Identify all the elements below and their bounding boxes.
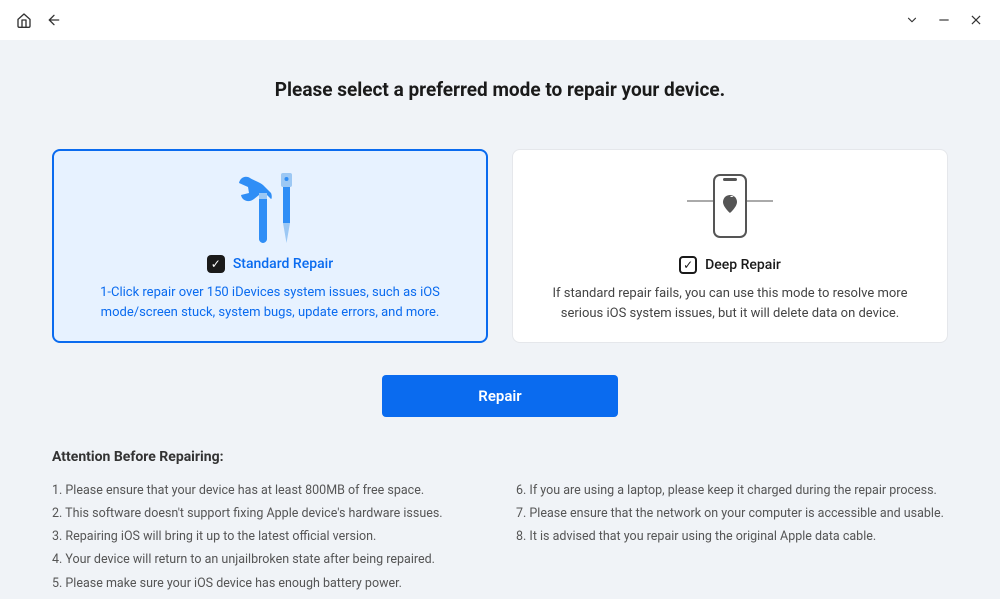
standard-title-row: ✓ Standard Repair [207,255,333,273]
home-icon[interactable] [16,12,32,28]
attention-title: Attention Before Repairing: [52,449,948,465]
attention-item: 1. Please ensure that your device has at… [52,479,484,502]
standard-repair-description: 1-Click repair over 150 iDevices system … [78,283,462,323]
repair-button[interactable]: Repair [382,375,618,417]
attention-item: 2. This software doesn't support fixing … [52,502,484,525]
attention-item: 5. Please make sure your iOS device has … [52,572,484,595]
deep-checkbox[interactable]: ✓ [679,256,697,274]
page-title: Please select a preferred mode to repair… [52,78,948,101]
attention-item: 6. If you are using a laptop, please kee… [516,479,948,502]
attention-item: 3. Repairing iOS will bring it up to the… [52,525,484,548]
minimize-icon[interactable] [936,12,952,28]
standard-checkbox[interactable]: ✓ [207,255,225,273]
attention-left-column: 1. Please ensure that your device has at… [52,479,484,595]
standard-repair-card[interactable]: ✓ Standard Repair 1-Click repair over 15… [52,149,488,343]
attention-item: 7. Please ensure that the network on you… [516,502,948,525]
deep-repair-card[interactable]: ✓ Deep Repair If standard repair fails, … [512,149,948,343]
phone-icon [685,170,775,244]
deep-repair-label: Deep Repair [705,257,781,273]
checkmark-icon: ✓ [683,259,693,271]
attention-columns: 1. Please ensure that your device has at… [52,479,948,595]
titlebar [0,0,1000,40]
deep-repair-description: If standard repair fails, you can use th… [537,284,923,324]
back-icon[interactable] [46,12,62,28]
titlebar-right [904,12,984,28]
attention-right-column: 6. If you are using a laptop, please kee… [516,479,948,595]
chevron-down-icon[interactable] [904,12,920,28]
attention-item: 4. Your device will return to an unjailb… [52,548,484,571]
deep-title-row: ✓ Deep Repair [679,256,781,274]
checkmark-icon: ✓ [211,258,221,270]
attention-item: 8. It is advised that you repair using t… [516,525,948,548]
titlebar-left [16,12,62,28]
standard-repair-label: Standard Repair [233,256,333,272]
main-content: Please select a preferred mode to repair… [0,40,1000,599]
close-icon[interactable] [968,12,984,28]
mode-cards-row: ✓ Standard Repair 1-Click repair over 15… [52,149,948,343]
tools-icon [237,171,303,243]
